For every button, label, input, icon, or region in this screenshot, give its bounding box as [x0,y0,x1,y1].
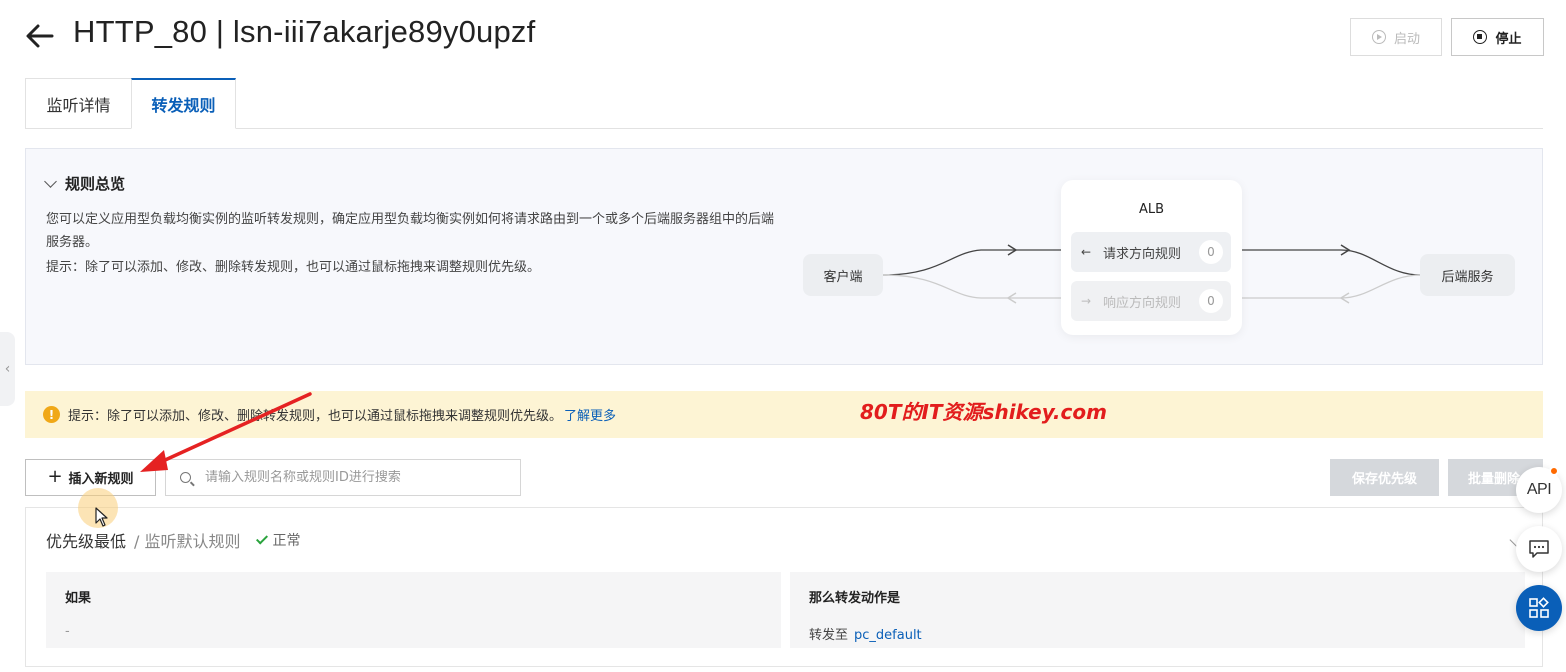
start-button-label: 启动 [1393,31,1420,47]
rule-status: 正常 [255,530,301,550]
chat-icon [1529,540,1549,558]
overview-toggle[interactable]: 规则总览 [44,173,126,194]
condition-value: - [65,624,70,639]
insert-rule-label: 插入新规则 [68,472,134,487]
rules-overview-panel: 规则总览 您可以定义应用型负载均衡实例的监听转发规则，确定应用型负载均衡实例如何… [25,148,1543,365]
plus-icon: + [47,466,63,487]
back-arrow-icon[interactable] [24,20,56,52]
tab-listener-details[interactable]: 监听详情 [25,78,132,129]
stop-icon [1473,30,1488,44]
rule-header: 优先级最低 / 监听默认规则 正常 [46,528,301,552]
watermark-text: 80T的IT资源shikey.com [860,400,1107,424]
alb-title: ALB [1138,202,1165,217]
apps-grid-icon [1529,597,1549,618]
check-icon [255,532,268,545]
tabs-divider [25,128,1543,129]
mouse-cursor-icon [95,507,108,527]
stop-button[interactable]: 停止 [1451,18,1544,56]
response-rules-label: 响应方向规则 [1103,295,1182,311]
request-rules[interactable]: ← 请求方向规则 0 [1071,232,1231,272]
page-title: HTTP_80 | lsn-iii7akarje89y0upzf [73,14,536,49]
annotation-arrow [140,392,312,472]
request-rules-count: 0 [1199,240,1223,264]
overview-tip: 提示：除了可以添加、修改、删除转发规则，也可以通过鼠标拖拽来调整规则优先级。 [46,260,541,275]
rule-name: / 监听默认规则 [134,532,241,551]
save-priority-button[interactable]: 保存优先级 [1330,459,1439,496]
backend-node: 后端服务 [1420,254,1515,296]
alb-node: ALB ← 请求方向规则 0 → 响应方向规则 0 [1061,180,1242,335]
notification-dot [1549,466,1559,476]
arrow-left-icon: ← [1081,245,1092,259]
default-rule-card: 优先级最低 / 监听默认规则 正常 如果 - 那么转发动作是 转发至 pc_def… [25,507,1543,667]
server-group-link[interactable]: pc_default [854,628,922,643]
request-rules-label: 请求方向规则 [1103,246,1182,262]
chevron-left-icon: ‹ [4,361,11,377]
rule-condition-block: 如果 - [46,572,781,648]
response-rules[interactable]: → 响应方向规则 0 [1071,281,1231,321]
client-node: 客户端 [803,254,883,296]
play-icon [1371,30,1386,44]
action-value: 转发至 pc_default [809,624,1506,643]
condition-header: 如果 [65,591,92,606]
chevron-down-icon [44,175,57,188]
overview-title: 规则总览 [65,175,126,193]
stop-button-label: 停止 [1495,31,1522,47]
rule-action-block: 那么转发动作是 转发至 pc_default [790,572,1525,648]
rule-status-label: 正常 [272,533,301,549]
warning-icon: ! [43,406,60,423]
start-button[interactable]: 启动 [1350,18,1442,56]
alb-flow-diagram: 客户端 ALB ← 请求方向规则 0 → 响应方向规则 0 后端服务 [801,177,1521,347]
overview-description: 您可以定义应用型负载均衡实例的监听转发规则，确定应用型负载均衡实例如何将请求路由… [46,212,775,250]
tab-forwarding-rules[interactable]: 转发规则 [131,78,236,129]
response-rules-count: 0 [1199,289,1223,313]
rule-priority: 优先级最低 [46,532,127,551]
action-header: 那么转发动作是 [809,591,901,606]
learn-more-link[interactable]: 了解更多 [564,405,616,424]
action-prefix: 转发至 [809,628,849,643]
arrow-right-icon: → [1081,294,1092,308]
chat-button[interactable] [1516,526,1562,572]
sidebar-expand-handle[interactable]: ‹ [0,332,15,406]
apps-button[interactable] [1516,585,1562,631]
